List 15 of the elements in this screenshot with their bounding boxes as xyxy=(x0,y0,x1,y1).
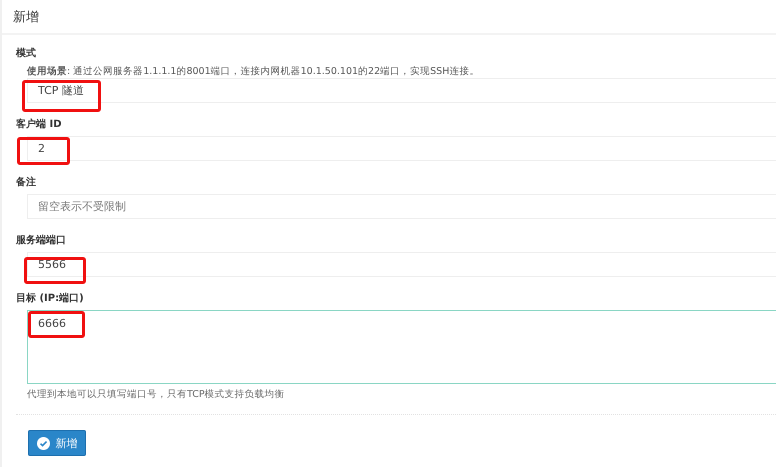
panel-title: 新增 xyxy=(13,8,39,26)
target-textarea[interactable]: 6666 xyxy=(27,310,776,384)
input-field[interactable]: 留空表示不受限制 xyxy=(27,194,776,219)
usage-note: 使用场景: 通过公网服务器1.1.1.1的8001端口，连接内网机器10.1.50.101的22端口，实现SSH连接。 xyxy=(27,65,480,78)
field-label: 模式 xyxy=(16,46,37,60)
input-field[interactable]: 5566 xyxy=(27,252,776,277)
field-label: 客户端 ID xyxy=(16,117,63,131)
check-circle-icon xyxy=(36,436,50,450)
field-label: 服务端端口 xyxy=(16,234,67,247)
help-text: 代理到本地可以只填写端口号，只有TCP模式支持负载均衡 xyxy=(27,388,286,401)
input-field[interactable]: 2 xyxy=(27,136,776,161)
mode-select[interactable]: TCP 隧道 xyxy=(27,78,776,103)
add-button[interactable]: 新增 xyxy=(28,430,86,456)
field-label: 目标 (IP:端口) xyxy=(16,292,85,305)
field-label: 备注 xyxy=(16,175,37,189)
